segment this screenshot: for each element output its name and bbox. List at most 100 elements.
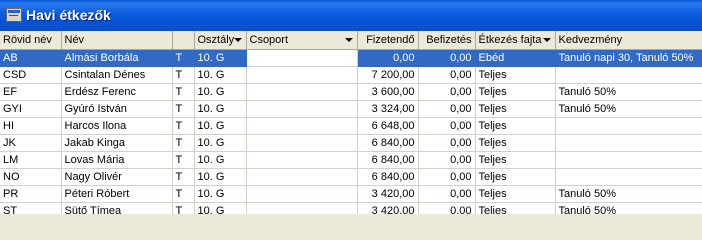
cell-kedvezmeny[interactable] bbox=[555, 66, 702, 84]
table-row[interactable]: NO Nagy Olivér T 10. G 6 840,00 0,00 Teljes bbox=[0, 168, 702, 186]
cell-kedvezmeny[interactable] bbox=[555, 134, 702, 152]
cell-nev[interactable]: Jakab Kinga bbox=[61, 134, 173, 152]
cell-befizetes[interactable]: 0,00 bbox=[418, 117, 476, 135]
cell-osztaly[interactable]: 10. G bbox=[194, 134, 247, 152]
cell-tipus[interactable]: T bbox=[172, 83, 195, 101]
cell-rovid-nev[interactable]: PR bbox=[0, 185, 62, 203]
cell-rovid-nev[interactable]: LM bbox=[0, 151, 62, 169]
cell-tipus[interactable]: T bbox=[172, 185, 195, 203]
cell-osztaly[interactable]: 10. G bbox=[194, 185, 247, 203]
cell-befizetes[interactable]: 0,00 bbox=[418, 202, 476, 214]
cell-etkezes-fajta[interactable]: Teljes bbox=[475, 151, 556, 169]
cell-tipus[interactable]: T bbox=[172, 66, 195, 84]
cell-fizetendo[interactable]: 6 840,00 bbox=[357, 168, 419, 186]
table-row[interactable]: LM Lovas Mária T 10. G 6 840,00 0,00 Teljes bbox=[0, 151, 702, 169]
cell-osztaly[interactable]: 10. G bbox=[194, 83, 247, 101]
dropdown-arrow-icon[interactable] bbox=[344, 38, 353, 42]
cell-fizetendo[interactable]: 3 420,00 bbox=[357, 202, 419, 214]
cell-befizetes[interactable]: 0,00 bbox=[418, 185, 476, 203]
cell-fizetendo[interactable]: 6 840,00 bbox=[357, 151, 419, 169]
col-header-nev[interactable]: Név bbox=[61, 31, 173, 50]
cell-befizetes[interactable]: 0,00 bbox=[418, 66, 476, 84]
cell-rovid-nev[interactable]: CSD bbox=[0, 66, 62, 84]
cell-etkezes-fajta[interactable]: Teljes bbox=[475, 66, 556, 84]
cell-csoport[interactable] bbox=[246, 151, 358, 169]
col-header-rovid-nev[interactable]: Rövid név bbox=[0, 31, 62, 50]
cell-nev[interactable]: Erdész Ferenc bbox=[61, 83, 173, 101]
cell-rovid-nev[interactable]: EF bbox=[0, 83, 62, 101]
cell-fizetendo[interactable]: 3 600,00 bbox=[357, 83, 419, 101]
cell-tipus[interactable]: T bbox=[172, 202, 195, 214]
cell-nev[interactable]: Gyúró István bbox=[61, 100, 173, 118]
cell-kedvezmeny[interactable]: Tanuló 50% bbox=[555, 202, 702, 214]
cell-csoport[interactable] bbox=[246, 83, 358, 101]
title-bar[interactable]: Havi étkezők bbox=[0, 0, 702, 31]
cell-osztaly[interactable]: 10. G bbox=[194, 202, 247, 214]
cell-tipus[interactable]: T bbox=[172, 100, 195, 118]
cell-tipus[interactable]: T bbox=[172, 117, 195, 135]
cell-nev[interactable]: Almási Borbála bbox=[61, 49, 173, 67]
cell-fizetendo[interactable]: 0,00 bbox=[357, 49, 419, 67]
cell-etkezes-fajta[interactable]: Teljes bbox=[475, 117, 556, 135]
table-row[interactable]: HI Harcos Ilona T 10. G 6 648,00 0,00 Teljes bbox=[0, 117, 702, 135]
cell-rovid-nev[interactable]: GYI bbox=[0, 100, 62, 118]
cell-nev[interactable]: Sütő Tímea bbox=[61, 202, 173, 214]
table-row[interactable]: ST Sütő Tímea T 10. G 3 420,00 0,00 Teljes Tanu… bbox=[0, 202, 702, 214]
col-header-osztaly[interactable]: Osztály bbox=[194, 31, 247, 50]
dropdown-arrow-icon[interactable] bbox=[233, 38, 242, 42]
cell-kedvezmeny[interactable]: Tanuló 50% bbox=[555, 185, 702, 203]
table-row[interactable]: AB Almási Borbála T 10. G 0,00 0,00 Ebéd Tanuló… bbox=[0, 49, 702, 67]
cell-csoport[interactable] bbox=[246, 202, 358, 214]
cell-nev[interactable]: Harcos Ilona bbox=[61, 117, 173, 135]
cell-kedvezmeny[interactable]: Tanuló 50% bbox=[555, 83, 702, 101]
col-header-etkezes-fajta[interactable]: Étkezés fajta bbox=[475, 31, 556, 50]
cell-befizetes[interactable]: 0,00 bbox=[418, 151, 476, 169]
cell-tipus[interactable]: T bbox=[172, 134, 195, 152]
cell-tipus[interactable]: T bbox=[172, 49, 195, 67]
cell-csoport[interactable] bbox=[246, 134, 358, 152]
cell-etkezes-fajta[interactable]: Teljes bbox=[475, 134, 556, 152]
cell-nev[interactable]: Lovas Mária bbox=[61, 151, 173, 169]
cell-etkezes-fajta[interactable]: Teljes bbox=[475, 83, 556, 101]
cell-tipus[interactable]: T bbox=[172, 168, 195, 186]
cell-csoport[interactable] bbox=[246, 100, 358, 118]
cell-fizetendo[interactable]: 6 840,00 bbox=[357, 134, 419, 152]
cell-rovid-nev[interactable]: AB bbox=[0, 49, 62, 67]
cell-etkezes-fajta[interactable]: Teljes bbox=[475, 185, 556, 203]
cell-kedvezmeny[interactable]: Tanuló napi 30, Tanuló 50% bbox=[555, 49, 702, 67]
dropdown-arrow-icon[interactable] bbox=[542, 38, 551, 42]
cell-befizetes[interactable]: 0,00 bbox=[418, 134, 476, 152]
table-row[interactable]: EF Erdész Ferenc T 10. G 3 600,00 0,00 Teljes T… bbox=[0, 83, 702, 101]
table-row[interactable]: PR Péteri Róbert T 10. G 3 420,00 0,00 Teljes T… bbox=[0, 185, 702, 203]
cell-csoport[interactable] bbox=[246, 66, 358, 84]
cell-rovid-nev[interactable]: HI bbox=[0, 117, 62, 135]
cell-tipus[interactable]: T bbox=[172, 151, 195, 169]
cell-osztaly[interactable]: 10. G bbox=[194, 168, 247, 186]
cell-csoport[interactable] bbox=[246, 168, 358, 186]
cell-rovid-nev[interactable]: NO bbox=[0, 168, 62, 186]
cell-befizetes[interactable]: 0,00 bbox=[418, 49, 476, 67]
cell-fizetendo[interactable]: 7 200,00 bbox=[357, 66, 419, 84]
cell-nev[interactable]: Csintalan Dénes bbox=[61, 66, 173, 84]
col-header-csoport[interactable]: Csoport bbox=[246, 31, 358, 50]
cell-etkezes-fajta[interactable]: Teljes bbox=[475, 168, 556, 186]
cell-kedvezmeny[interactable] bbox=[555, 151, 702, 169]
cell-osztaly[interactable]: 10. G bbox=[194, 117, 247, 135]
table-row[interactable]: CSD Csintalan Dénes T 10. G 7 200,00 0,00 Telj… bbox=[0, 66, 702, 84]
table-row[interactable]: GYI Gyúró István T 10. G 3 324,00 0,00 Teljes T… bbox=[0, 100, 702, 118]
cell-befizetes[interactable]: 0,00 bbox=[418, 100, 476, 118]
cell-fizetendo[interactable]: 3 324,00 bbox=[357, 100, 419, 118]
cell-csoport[interactable] bbox=[246, 185, 358, 203]
cell-etkezes-fajta[interactable]: Ebéd bbox=[475, 49, 556, 67]
cell-osztaly[interactable]: 10. G bbox=[194, 151, 247, 169]
cell-befizetes[interactable]: 0,00 bbox=[418, 83, 476, 101]
table-row[interactable]: JK Jakab Kinga T 10. G 6 840,00 0,00 Teljes bbox=[0, 134, 702, 152]
cell-csoport[interactable] bbox=[246, 117, 358, 135]
col-header-kedvezmeny[interactable]: Kedvezmény bbox=[555, 31, 702, 50]
cell-etkezes-fajta[interactable]: Teljes bbox=[475, 202, 556, 214]
cell-fizetendo[interactable]: 3 420,00 bbox=[357, 185, 419, 203]
cell-rovid-nev[interactable]: JK bbox=[0, 134, 62, 152]
col-header-tipus[interactable] bbox=[172, 31, 195, 50]
cell-nev[interactable]: Péteri Róbert bbox=[61, 185, 173, 203]
cell-rovid-nev[interactable]: ST bbox=[0, 202, 62, 214]
